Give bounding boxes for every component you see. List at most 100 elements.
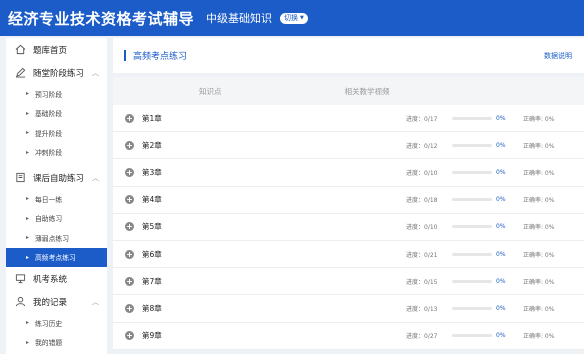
progress-bar (452, 225, 492, 229)
caret-down-icon: ▼ (300, 15, 304, 21)
chapter-name: 第7章 (142, 276, 162, 286)
sidebar-item-home[interactable]: 题库首页 (6, 38, 107, 61)
bullet-icon: ▸ (26, 129, 30, 137)
progress-bar (452, 252, 492, 256)
accuracy-text: 正确率: 0% (523, 169, 555, 177)
sidebar-item-my-mistakes[interactable]: ▸ 我的错题 (6, 333, 107, 353)
expand-plus-icon[interactable]: + (125, 331, 134, 341)
progress-bar (452, 116, 492, 120)
bullet-icon: ▸ (26, 214, 30, 222)
progress-bar (452, 279, 492, 283)
sidebar-item-label: 提升阶段 (35, 129, 63, 138)
sidebar: 题库首页 随堂阶段练习 ︿ ▸ 预习阶段 ▸ 基础阶段 ▸ 提升阶段 ▸ 冲刺阶段 课后… (6, 38, 107, 354)
sidebar-section-stage-practice[interactable]: 随堂阶段练习 ︿ (6, 61, 107, 84)
sidebar-item-label: 基础阶段 (35, 110, 63, 119)
sidebar-item-label: 题库首页 (33, 45, 68, 56)
title-accent-bar (124, 50, 126, 61)
expand-plus-icon[interactable]: + (125, 195, 134, 205)
expand-plus-icon[interactable]: + (125, 303, 134, 313)
chapter-name: 第3章 (142, 167, 162, 177)
sidebar-item-self-practice[interactable]: ▸ 自助练习 (6, 209, 107, 229)
sidebar-item-label: 预习阶段 (35, 90, 63, 99)
chapter-name: 第8章 (142, 303, 162, 313)
data-note-link[interactable]: 数据说明 (544, 51, 572, 61)
expand-plus-icon[interactable]: + (125, 222, 134, 232)
progress-text: 进度：0/10 (406, 224, 438, 232)
progress-percent: 0% (496, 277, 506, 285)
accuracy-text: 正确率: 0% (523, 142, 555, 150)
progress-percent: 0% (496, 196, 506, 204)
sidebar-item-high-frequency[interactable]: ▸ 高频考点练习 (6, 247, 107, 267)
progress-percent: 0% (496, 114, 506, 122)
accuracy-text: 正确率: 0% (523, 251, 555, 259)
progress-text: 进度：0/15 (406, 278, 438, 286)
chevron-up-icon: ︿ (92, 297, 99, 306)
sidebar-item-label: 随堂阶段练习 (33, 68, 85, 79)
chapter-row[interactable]: + 第2章 进度：0/12 0% 正确率: 0% (113, 132, 584, 160)
bullet-icon: ▸ (26, 319, 30, 327)
top-bar: 经济专业技术资格考试辅导 中级基础知识 切换 ▼ (0, 0, 584, 36)
sidebar-item-basic-stage[interactable]: ▸ 基础阶段 (6, 104, 107, 124)
chapter-row[interactable]: + 第1章 进度：0/17 0% 正确率: 0% (113, 105, 584, 133)
progress-text: 进度：0/13 (406, 305, 438, 313)
sidebar-item-label: 练习历史 (35, 319, 63, 328)
sidebar-item-label: 课后自助练习 (33, 173, 85, 184)
progress-text: 进度：0/10 (406, 169, 438, 177)
progress-text: 进度：0/21 (406, 251, 438, 259)
sidebar-item-practice-history[interactable]: ▸ 练习历史 (6, 313, 107, 333)
switch-subject-button[interactable]: 切换 ▼ (280, 12, 308, 24)
progress-bar (452, 170, 492, 174)
sidebar-item-label: 我的错题 (35, 339, 63, 348)
chapter-row[interactable]: + 第7章 进度：0/15 0% 正确率: 0% (113, 268, 584, 296)
expand-plus-icon[interactable]: + (125, 167, 134, 177)
bullet-icon: ▸ (26, 338, 30, 346)
sidebar-item-label: 自助练习 (35, 215, 63, 224)
expand-plus-icon[interactable]: + (125, 249, 134, 259)
page-title: 高频考点练习 (133, 52, 188, 62)
bullet-icon: ▸ (26, 234, 30, 242)
sidebar-item-weak-points[interactable]: ▸ 薄弱点练习 (6, 228, 107, 248)
chapter-row[interactable]: + 第8章 进度：0/13 0% 正确率: 0% (113, 295, 584, 323)
progress-percent: 0% (496, 304, 506, 312)
expand-plus-icon[interactable]: + (125, 113, 134, 123)
expand-plus-icon[interactable]: + (125, 276, 134, 286)
accuracy-text: 正确率: 0% (523, 305, 555, 313)
sidebar-item-label: 机考系统 (33, 274, 68, 285)
sidebar-section-my-records[interactable]: 我的记录 ︿ (6, 290, 107, 313)
subject-name: 中级基础知识 (206, 12, 273, 25)
sidebar-item-exam-system[interactable]: 机考系统 (6, 267, 107, 290)
sidebar-item-label: 薄弱点练习 (35, 234, 69, 243)
chapter-name: 第9章 (142, 331, 162, 341)
chapter-row[interactable]: + 第4章 进度：0/18 0% 正确率: 0% (113, 187, 584, 214)
chevron-up-icon: ︿ (92, 68, 99, 77)
sidebar-item-label: 高频考点练习 (35, 254, 76, 263)
table-header: 知识点 相关教学视频 (113, 77, 584, 105)
bullet-icon: ▸ (26, 148, 30, 156)
accuracy-text: 正确率: 0% (523, 224, 555, 232)
progress-text: 进度：0/27 (406, 333, 438, 341)
chapter-row[interactable]: + 第5章 进度：0/10 0% 正确率: 0% (113, 214, 584, 241)
bullet-icon: ▸ (26, 195, 30, 203)
chapter-name: 第6章 (142, 249, 162, 259)
accuracy-text: 正确率: 0% (523, 278, 555, 286)
progress-bar (452, 198, 492, 202)
app-title: 经济专业技术资格考试辅导 (8, 9, 195, 28)
chapter-row[interactable]: + 第6章 进度：0/21 0% 正确率: 0% (113, 241, 584, 269)
chapter-name: 第1章 (142, 113, 162, 123)
accuracy-text: 正确率: 0% (523, 115, 555, 123)
chapter-row[interactable]: + 第3章 进度：0/10 0% 正确率: 0% (113, 159, 584, 187)
expand-plus-icon[interactable]: + (125, 140, 134, 150)
column-header-video: 相关教学视频 (344, 86, 390, 96)
sidebar-item-label: 每日一练 (35, 195, 63, 204)
sidebar-item-preview-stage[interactable]: ▸ 预习阶段 (6, 84, 107, 104)
sidebar-item-daily-practice[interactable]: ▸ 每日一练 (6, 189, 107, 209)
sidebar-item-sprint-stage[interactable]: ▸ 冲刺阶段 (6, 143, 107, 163)
sidebar-section-self-practice[interactable]: 课后自助练习 ︿ (6, 166, 107, 189)
chapter-name: 第2章 (142, 140, 162, 150)
chapter-row[interactable]: + 第9章 进度：0/27 0% 正确率: 0% (113, 323, 584, 350)
progress-text: 进度：0/12 (406, 142, 438, 150)
progress-percent: 0% (496, 332, 506, 340)
sidebar-item-improve-stage[interactable]: ▸ 提升阶段 (6, 123, 107, 143)
main-panel: 高频考点练习 数据说明 知识点 相关教学视频 + 第1章 进度：0/17 0% 正确率:… (113, 38, 584, 354)
sidebar-item-label: 冲刺阶段 (35, 149, 63, 158)
